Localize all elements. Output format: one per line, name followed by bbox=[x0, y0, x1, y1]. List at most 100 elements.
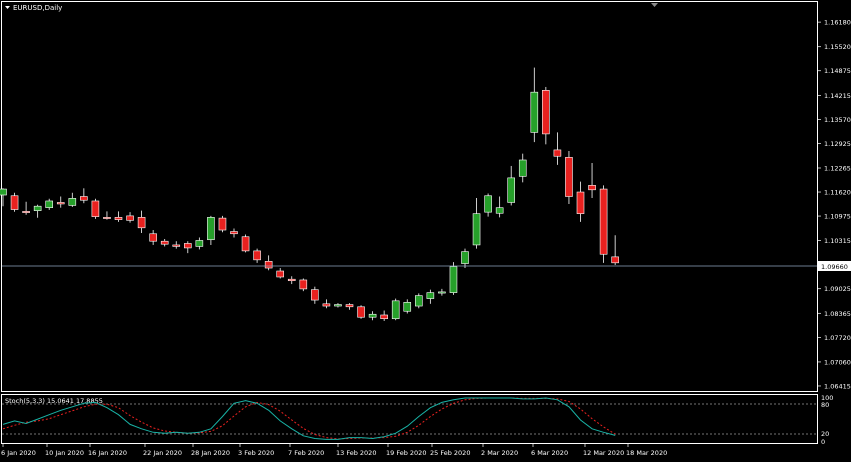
candle bbox=[264, 255, 273, 271]
candle bbox=[553, 132, 562, 165]
candle bbox=[230, 228, 238, 238]
price-tick-label: 1.16180 bbox=[824, 19, 851, 27]
price-tick-label: 1.07720 bbox=[824, 334, 851, 342]
candle bbox=[114, 211, 123, 222]
candle bbox=[507, 165, 516, 206]
candle bbox=[253, 248, 261, 263]
candle bbox=[195, 237, 204, 250]
candle bbox=[311, 286, 319, 304]
time-tick-label: 2 Mar 2020 bbox=[481, 449, 518, 457]
candle-body-bear bbox=[542, 90, 550, 135]
candle bbox=[91, 198, 100, 219]
candle-body-bear bbox=[611, 256, 619, 264]
candle bbox=[33, 204, 42, 218]
stoch-level-80-label: 80 bbox=[821, 401, 829, 409]
candle-body-bull bbox=[207, 217, 215, 241]
chart-canvas[interactable]: EURUSD,Daily 1.16180 1.15520 1.14875 1.1421… bbox=[0, 0, 851, 458]
candle-body-bear bbox=[56, 202, 65, 205]
candle-body-bull bbox=[414, 295, 423, 307]
candle bbox=[438, 288, 446, 296]
price-tick-label: 1.10315 bbox=[824, 237, 851, 245]
scroll-marker-icon[interactable] bbox=[651, 3, 658, 7]
candle bbox=[22, 201, 30, 215]
candle-body-bear bbox=[322, 303, 331, 307]
candle-body-bear bbox=[253, 250, 261, 261]
candle-body-bull bbox=[484, 195, 492, 213]
candle bbox=[184, 241, 192, 254]
candle-body-bear bbox=[599, 188, 608, 255]
candle-body-bear bbox=[380, 314, 388, 320]
candle-body-bull bbox=[334, 304, 342, 307]
candle-body-bear bbox=[218, 217, 227, 231]
candle-body-bull bbox=[518, 159, 527, 177]
candle bbox=[172, 241, 181, 249]
candle bbox=[576, 181, 585, 222]
candle bbox=[518, 153, 527, 183]
candle-body-bear bbox=[103, 217, 111, 219]
candle-body-bear bbox=[565, 157, 573, 197]
candle bbox=[565, 151, 573, 204]
candle-body-bull bbox=[461, 251, 469, 264]
candle bbox=[160, 238, 169, 247]
time-axis: 6 Jan 2020 10 Jan 2020 16 Jan 2020 22 Jan 2… bbox=[1, 443, 667, 457]
candle bbox=[542, 86, 550, 145]
candle bbox=[368, 311, 377, 321]
chart-window[interactable]: EURUSD,Daily 1.16180 1.15520 1.14875 1.1421… bbox=[0, 0, 851, 458]
candle bbox=[103, 211, 111, 220]
price-axis: 1.16180 1.15520 1.14875 1.14215 1.13570 1.129… bbox=[817, 19, 851, 390]
candle-body-bull bbox=[472, 213, 481, 246]
time-tick-label: 22 Jan 2020 bbox=[143, 449, 182, 457]
candle-body-bull bbox=[368, 313, 377, 318]
candle-body-bull bbox=[195, 240, 204, 247]
candle-body-bull bbox=[68, 198, 77, 206]
time-tick-label: 7 Feb 2020 bbox=[288, 449, 324, 457]
time-tick-label: 6 Jan 2020 bbox=[1, 449, 36, 457]
candle-body-bear bbox=[230, 231, 238, 235]
time-tick-label: 18 Mar 2020 bbox=[626, 449, 667, 457]
candle-body-bear bbox=[241, 236, 250, 252]
candle bbox=[426, 289, 435, 304]
candle bbox=[276, 268, 285, 279]
candle-body-bull bbox=[507, 177, 516, 203]
chart-title: EURUSD,Daily bbox=[13, 4, 62, 12]
time-tick-label: 25 Feb 2020 bbox=[430, 449, 470, 457]
candle bbox=[10, 192, 19, 212]
candle bbox=[588, 162, 596, 198]
candle bbox=[414, 293, 423, 309]
candle bbox=[218, 215, 227, 233]
candle-body-bull bbox=[33, 205, 42, 211]
candle-body-bull bbox=[391, 300, 400, 320]
candle bbox=[299, 278, 308, 292]
price-tick-label: 1.11620 bbox=[824, 189, 851, 197]
candle bbox=[334, 303, 342, 308]
symbol-dropdown-icon[interactable] bbox=[5, 6, 10, 9]
candle bbox=[45, 198, 54, 210]
price-tick-label: 1.06415 bbox=[824, 382, 851, 390]
price-tick-label: 1.09025 bbox=[824, 285, 851, 293]
price-tick-label: 1.12925 bbox=[824, 140, 851, 148]
candle-body-bull bbox=[438, 291, 446, 294]
candle-body-bear bbox=[184, 243, 192, 249]
candle bbox=[403, 299, 412, 314]
time-tick-label: 16 Jan 2020 bbox=[88, 449, 127, 457]
candle-body-bull bbox=[426, 292, 435, 299]
time-tick-label: 3 Feb 2020 bbox=[238, 449, 274, 457]
candle bbox=[0, 188, 7, 207]
candle-body-bull bbox=[449, 266, 458, 293]
price-tick-label: 1.15520 bbox=[824, 43, 851, 51]
candle-body-bear bbox=[114, 217, 123, 220]
candle-body-bear bbox=[91, 200, 100, 217]
candle-body-bear bbox=[311, 289, 319, 301]
candle bbox=[322, 299, 331, 309]
candle bbox=[380, 310, 388, 321]
time-tick-label: 12 Mar 2020 bbox=[583, 449, 624, 457]
candle-body-bear bbox=[345, 304, 354, 308]
candle-body-bear bbox=[357, 306, 365, 318]
candle bbox=[461, 248, 469, 269]
candle bbox=[495, 196, 504, 218]
candle-body-bear bbox=[10, 195, 19, 210]
stoch-level-20-label: 20 bbox=[821, 430, 829, 438]
candle-body-bear bbox=[172, 244, 181, 247]
price-tick-label: 1.12265 bbox=[824, 164, 851, 172]
candle bbox=[472, 197, 481, 249]
